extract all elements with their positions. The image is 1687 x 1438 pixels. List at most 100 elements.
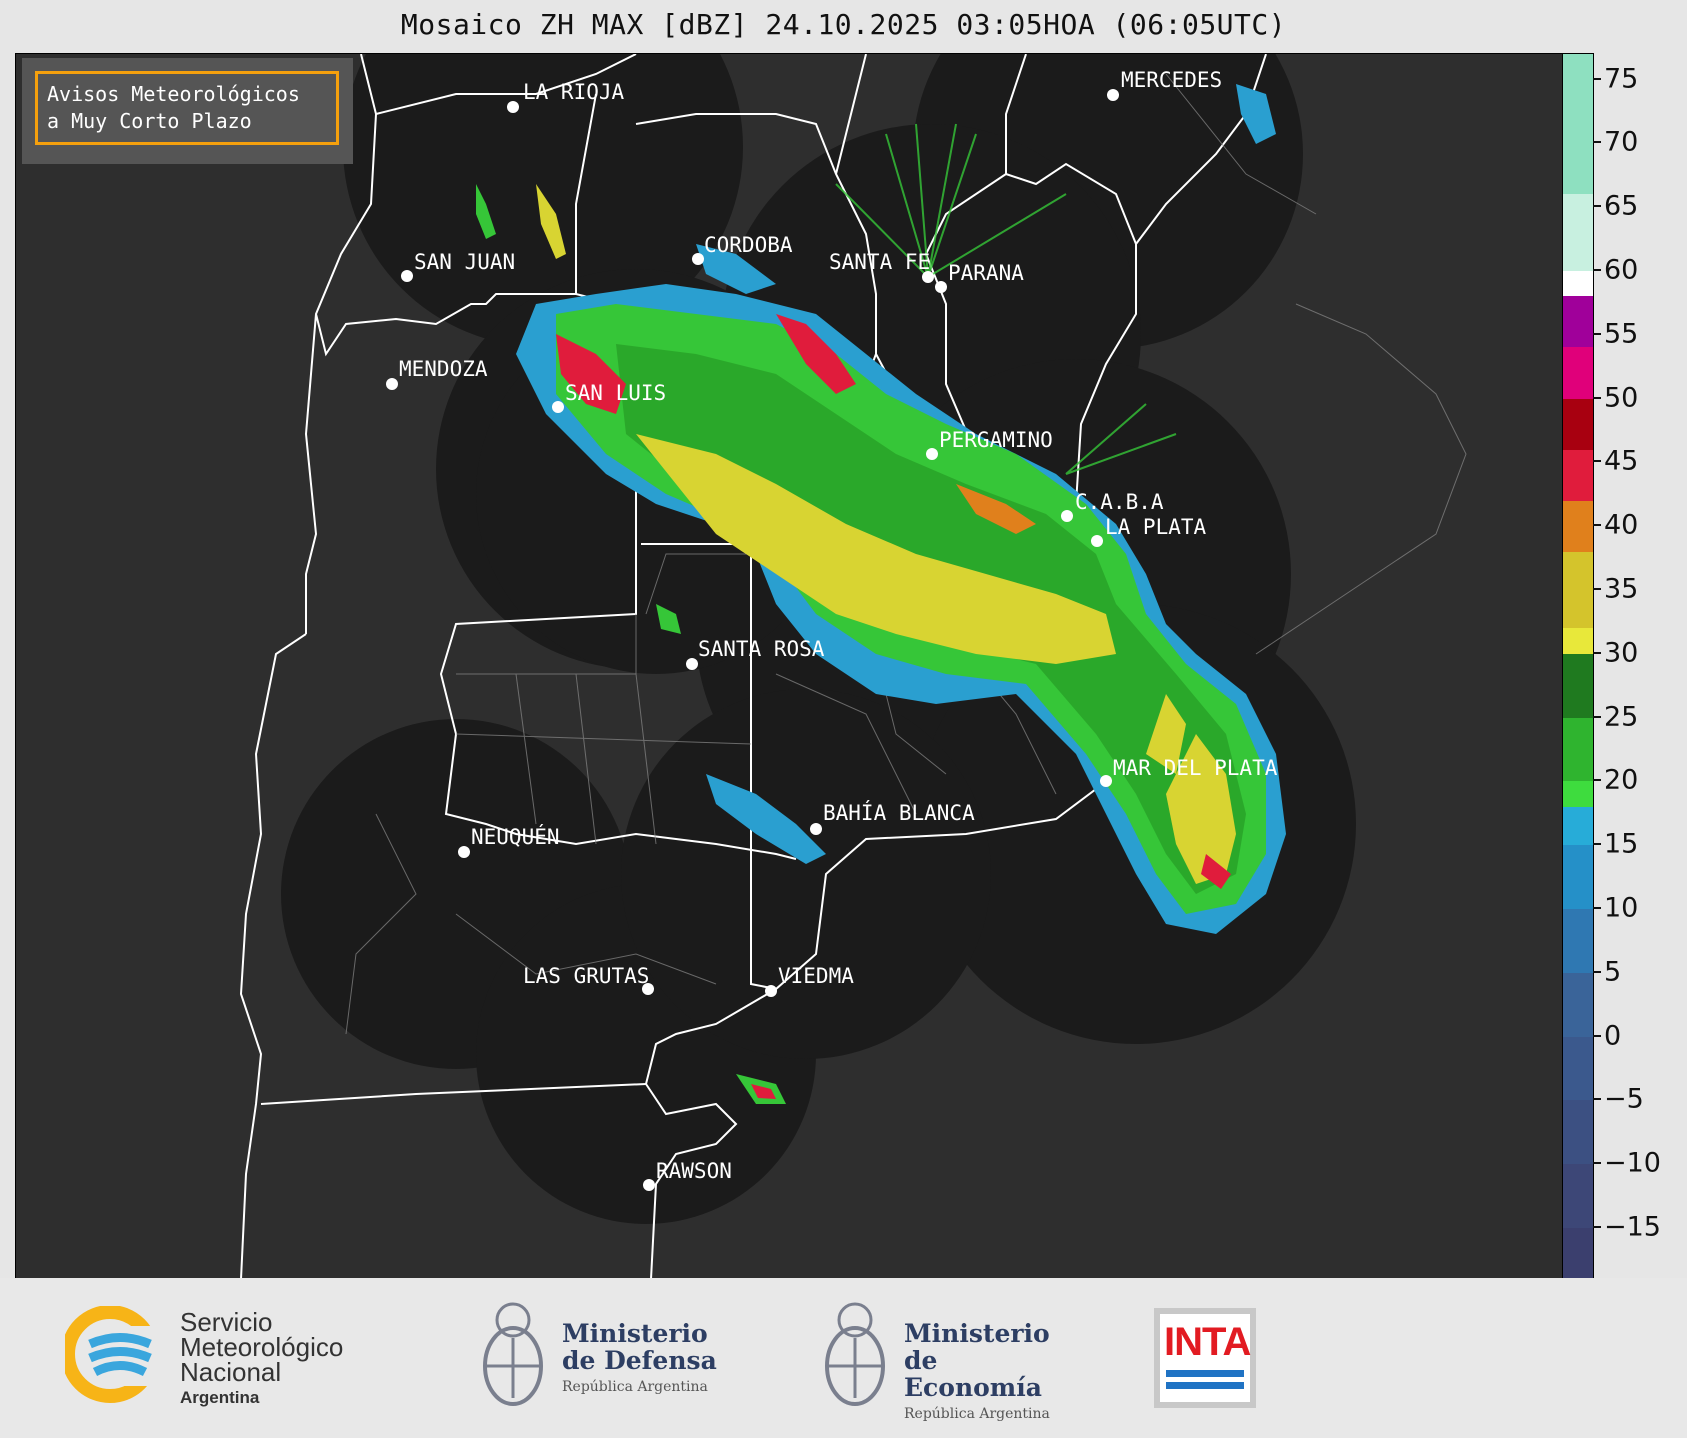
colorbar-tick-label: 10 (1604, 892, 1639, 924)
city-label: SAN LUIS (565, 381, 666, 405)
city-label: SAN JUAN (414, 250, 515, 274)
colorbar-band (1563, 500, 1593, 552)
colorbar-tick-label: 30 (1604, 637, 1639, 669)
colorbar-band (1563, 781, 1593, 807)
colorbar-tick (1593, 1098, 1601, 1101)
city-marker (458, 846, 470, 858)
badge-line-1: Avisos Meteorológicos (47, 82, 300, 106)
city-marker (1091, 535, 1103, 547)
colorbar-tick-label: −15 (1604, 1211, 1661, 1243)
city-label: PERGAMINO (939, 428, 1053, 452)
city-label: MERCEDES (1121, 68, 1222, 92)
defensa-logo: Ministerio de Defensa República Argentin… (478, 1298, 718, 1413)
colorbar-tick-label: 70 (1604, 126, 1639, 158)
city-label: VIEDMA (778, 964, 854, 988)
city-label: PARANA (948, 261, 1024, 285)
defensa-line-1: Ministerio (562, 1319, 708, 1348)
city-label: NEUQUÉN (471, 824, 560, 849)
colorbar-band (1563, 296, 1593, 348)
city-label: MENDOZA (399, 357, 488, 381)
smn-line-3: Nacional (180, 1357, 282, 1387)
colorbar-tick-label: 60 (1604, 254, 1639, 286)
colorbar-band (1563, 551, 1593, 629)
colorbar-band (1563, 717, 1593, 782)
city-marker (1061, 510, 1073, 522)
colorbar-tick-label: 45 (1604, 445, 1639, 477)
colorbar-band (1563, 845, 1593, 909)
colorbar-band (1563, 806, 1593, 846)
colorbar-tick-label: −5 (1604, 1083, 1644, 1115)
city-marker (552, 401, 564, 413)
city-marker (1100, 775, 1112, 787)
colorbar-band (1563, 972, 1593, 1037)
city-label: C.A.B.A (1075, 490, 1164, 514)
city-label: RAWSON (656, 1159, 732, 1183)
colorbar-tick (1593, 715, 1601, 718)
colorbar-tick-label: 55 (1604, 318, 1639, 350)
warning-badge: Avisos Meteorológicos a Muy Corto Plazo (22, 58, 353, 164)
inta-logo: INTA (1154, 1308, 1256, 1408)
colorbar-band (1563, 908, 1593, 973)
colorbar-tick (1593, 141, 1601, 144)
national-shield-icon (825, 1302, 885, 1406)
city-label: CORDOBA (704, 233, 793, 257)
colorbar-band (1563, 347, 1593, 399)
city-marker (507, 101, 519, 113)
colorbar-tick (1593, 77, 1601, 80)
city-label: LAS GRUTAS (523, 964, 649, 988)
colorbar-tick (1593, 651, 1601, 654)
colorbar-band (1563, 653, 1593, 718)
colorbar-tick-label: 50 (1604, 382, 1639, 414)
city-marker (1107, 89, 1119, 101)
colorbar-band (1563, 1164, 1593, 1228)
colorbar-tick (1593, 1034, 1601, 1037)
colorbar-tick-label: 20 (1604, 764, 1639, 796)
city-label: LA RIOJA (523, 80, 625, 104)
city-marker (386, 378, 398, 390)
colorbar-tick (1593, 843, 1601, 846)
economia-line-1: Ministerio (904, 1319, 1050, 1348)
smn-logo: Servicio Meteorológico Nacional Argentin… (65, 1306, 365, 1407)
colorbar-tick-label: −10 (1604, 1147, 1661, 1179)
colorbar-tick (1593, 524, 1601, 527)
city-label: SANTA FE (829, 250, 930, 274)
economia-line-2: de Economía (904, 1346, 1042, 1402)
colorbar-tick (1593, 332, 1601, 335)
colorbar-tick-label: 0 (1604, 1020, 1622, 1052)
colorbar-tick-label: 65 (1604, 190, 1639, 222)
colorbar-tick-label: 15 (1604, 828, 1639, 860)
badge-line-2: a Muy Corto Plazo (47, 109, 252, 133)
colorbar-band (1563, 1227, 1593, 1279)
city-label: LA PLATA (1105, 515, 1207, 539)
colorbar-tick-label: 5 (1604, 956, 1622, 988)
city-label: SANTA ROSA (698, 637, 825, 661)
colorbar-tick (1593, 268, 1601, 271)
colorbar-tick (1593, 587, 1601, 590)
inta-wordmark: INTA (1164, 1320, 1251, 1364)
city-marker (686, 658, 698, 670)
colorbar-band (1563, 628, 1593, 654)
map-title: Mosaico ZH MAX [dBZ] 24.10.2025 03:05HOA… (400, 8, 1287, 41)
warning-badge-box: Avisos Meteorológicos a Muy Corto Plazo (35, 71, 339, 145)
colorbar-tick-label: 35 (1604, 573, 1639, 605)
city-marker (935, 281, 947, 293)
economia-logo: Ministerio de Economía República Argenti… (820, 1298, 1080, 1422)
city-marker (643, 1179, 655, 1191)
city-marker (810, 823, 822, 835)
colorbar-tick (1593, 205, 1601, 208)
economia-line-3: República Argentina (904, 1406, 1050, 1422)
colorbar (1562, 53, 1594, 1280)
smn-line-4: Argentina (180, 1388, 260, 1407)
footer-logos: Servicio Meteorológico Nacional Argentin… (0, 1278, 1687, 1438)
city-marker (765, 985, 777, 997)
smn-emblem-icon (65, 1306, 170, 1403)
colorbar-band (1563, 54, 1593, 195)
city-marker (401, 270, 413, 282)
defensa-line-2: de Defensa (562, 1346, 717, 1375)
colorbar-band (1563, 1100, 1593, 1165)
colorbar-band (1563, 449, 1593, 501)
radar-map[interactable]: LA RIOJA MERCEDES CORDOBA SAN JUAN SANTA… (15, 53, 1564, 1280)
colorbar-tick (1593, 1162, 1601, 1165)
colorbar-band (1563, 1036, 1593, 1101)
map-canvas: LA RIOJA MERCEDES CORDOBA SAN JUAN SANTA… (239, 54, 1467, 1279)
